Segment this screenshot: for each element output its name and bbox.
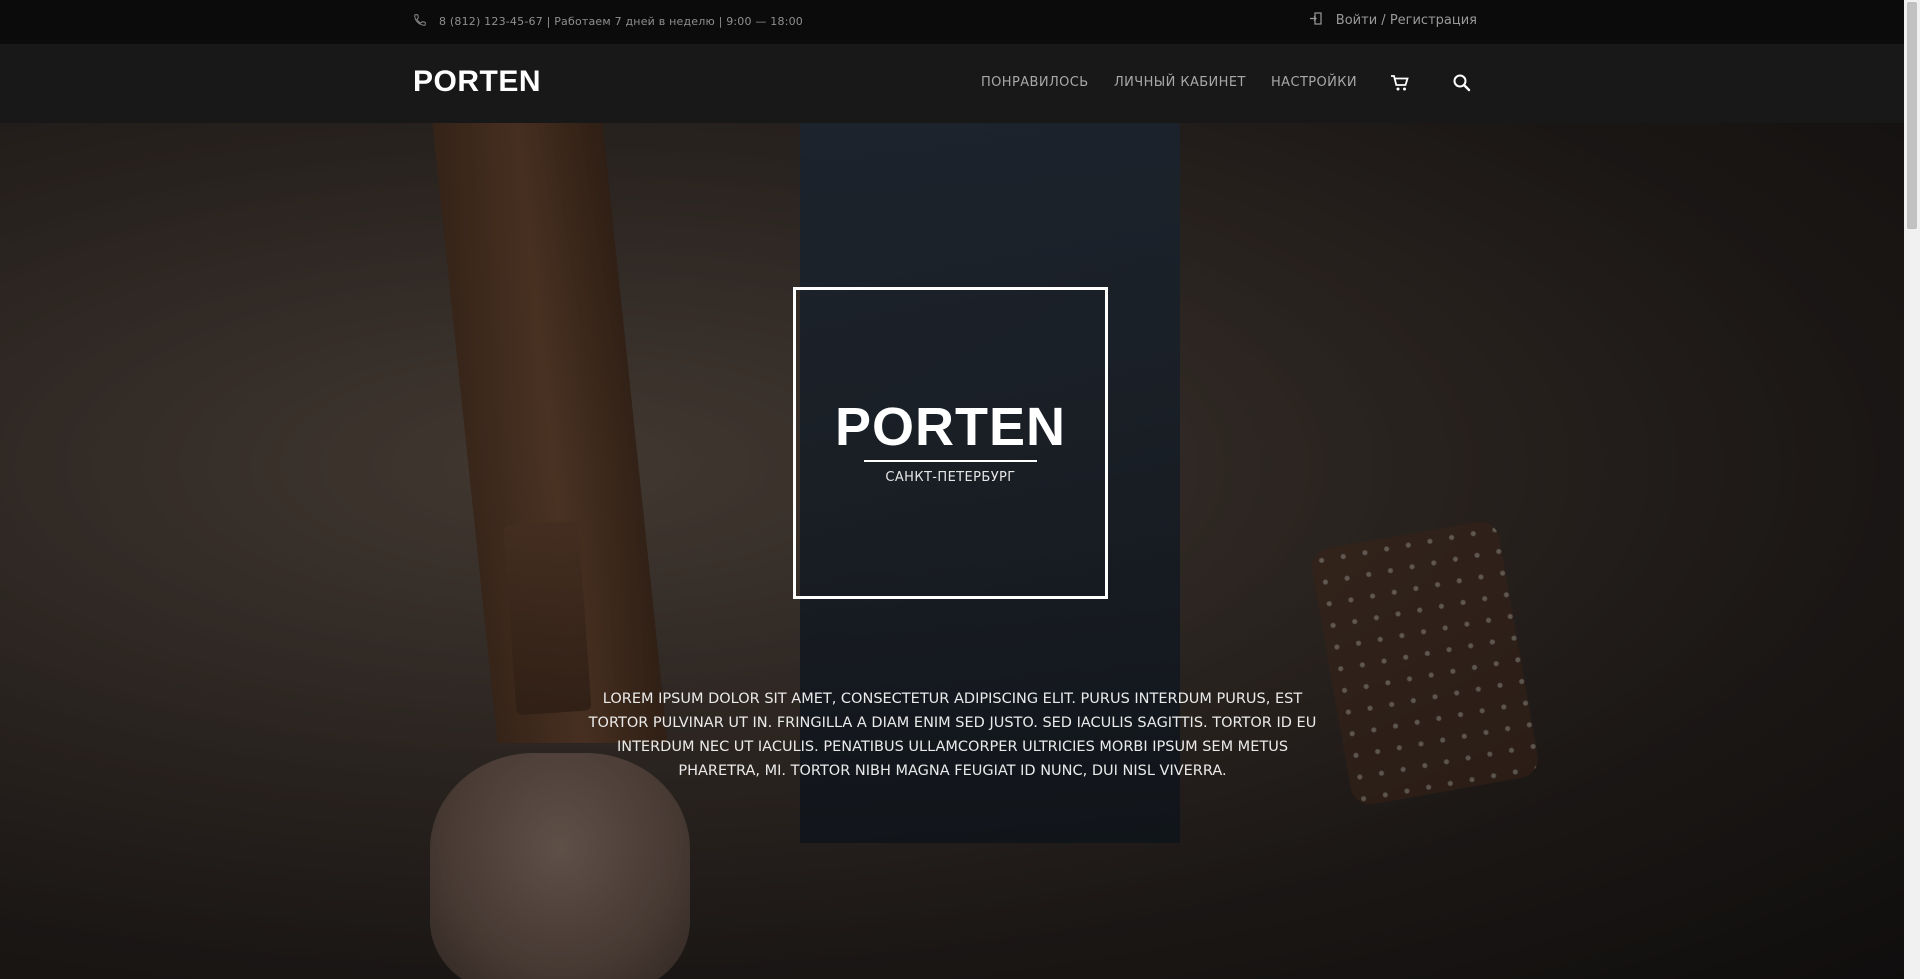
contact-info: 8 (812) 123-45-67 | Работаем 7 дней в не… [413,13,803,30]
scrollbar-thumb[interactable] [1907,2,1917,229]
search-icon[interactable] [1452,73,1472,93]
page-scrollbar[interactable] [1904,0,1920,979]
top-info-bar: 8 (812) 123-45-67 | Работаем 7 дней в не… [0,0,1904,44]
hero-lead-text: LOREM IPSUM DOLOR SIT AMET, CONSECTETUR … [588,691,1317,779]
hero-brand-title: PORTEN [834,397,1067,457]
nav-account[interactable]: ЛИЧНЫЙ КАБИНЕТ [1114,75,1246,90]
phone-text: 8 (812) 123-45-67 | Работаем 7 дней в не… [439,15,803,28]
auth-links: Войти / Регистрация [1309,12,1477,29]
phone-icon [413,13,427,30]
login-link[interactable]: Войти [1336,13,1377,28]
auth-separator: / [1381,13,1386,28]
nav-favorites[interactable]: ПОНРАВИЛОСЬ [981,75,1089,90]
main-nav: ПОНРАВИЛОСЬ ЛИЧНЫЙ КАБИНЕТ НАСТРОЙКИ [0,44,1904,123]
hero-city: САНКТ-ПЕТЕРБУРГ [885,470,1016,485]
register-link[interactable]: Регистрация [1390,13,1477,28]
main-header: PORTEN ПОНРАВИЛОСЬ ЛИЧНЫЙ КАБИНЕТ НАСТРО… [0,44,1904,123]
nav-settings[interactable]: НАСТРОЙКИ [1271,75,1357,90]
cart-icon[interactable] [1390,73,1410,93]
login-icon [1309,12,1322,29]
hero-brand-box: PORTEN САНКТ-ПЕТЕРБУРГ [793,287,1108,599]
hero-brand-underline [864,460,1037,462]
